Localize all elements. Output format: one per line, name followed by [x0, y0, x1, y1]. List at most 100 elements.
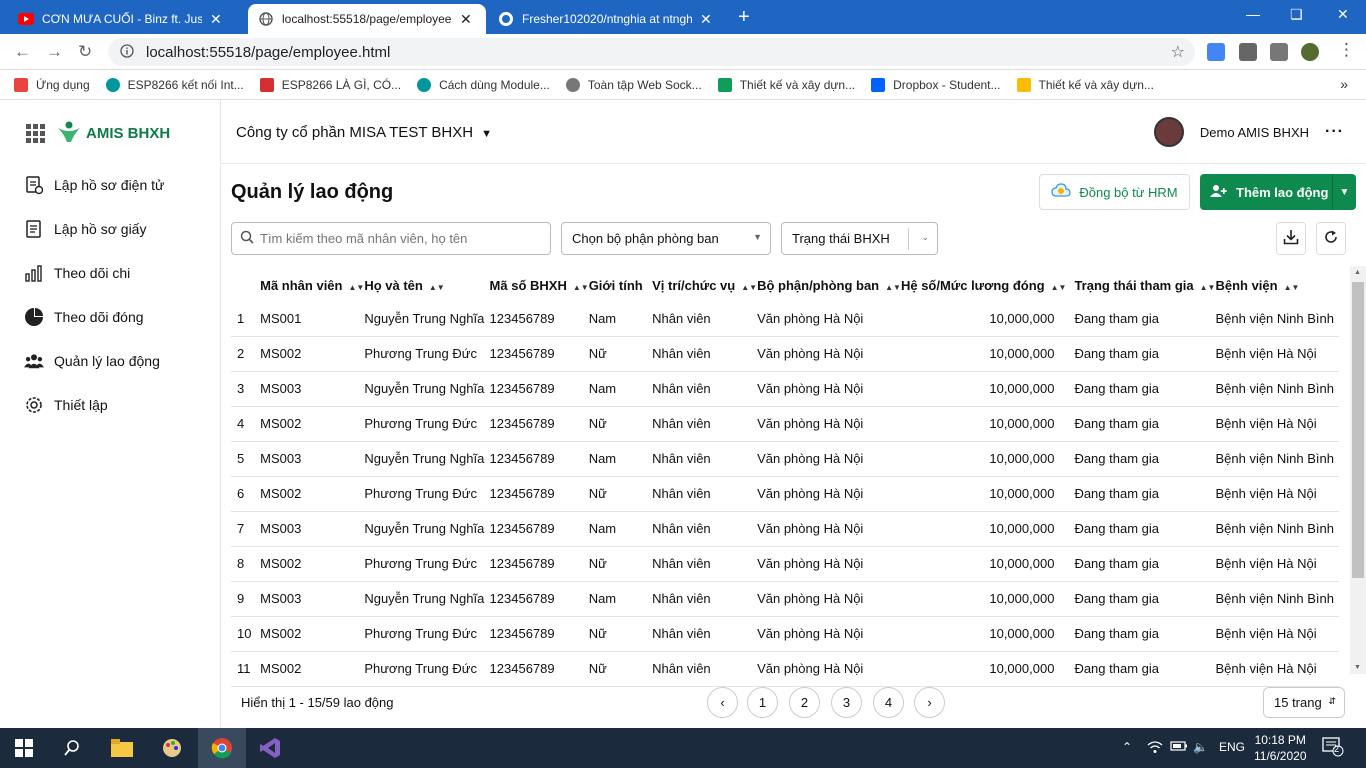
column-header[interactable]: Mã nhân viên ▲▼ — [260, 270, 364, 301]
minimize-icon[interactable]: — — [1246, 6, 1260, 22]
back-arrow-icon[interactable]: ← — [14, 42, 31, 62]
next-page-button[interactable]: › — [914, 687, 945, 718]
restore-icon[interactable]: ❏ — [1290, 6, 1303, 23]
battery-icon[interactable] — [1170, 740, 1188, 755]
export-button[interactable] — [1276, 222, 1306, 255]
sidebar-item-e-document[interactable]: Lập hồ sơ điện tử — [24, 173, 164, 197]
chrome-icon[interactable] — [210, 736, 234, 760]
avatar[interactable] — [1153, 117, 1184, 147]
bookmarks-more-button[interactable]: » — [1340, 76, 1348, 92]
table-scrollbar[interactable]: ▲ ▼ — [1350, 266, 1366, 674]
sidebar-item-spending[interactable]: Theo dõi chi — [24, 261, 130, 285]
sync-hrm-button[interactable]: Đồng bộ từ HRM — [1039, 174, 1190, 210]
translate-extension-icon[interactable] — [1207, 43, 1225, 61]
sort-icon[interactable]: ▲▼ — [1051, 283, 1067, 292]
tray-expand-icon[interactable]: ⌃ — [1122, 740, 1132, 754]
sort-icon[interactable]: ▲▼ — [1200, 283, 1216, 292]
sort-icon[interactable]: ▲▼ — [348, 283, 364, 292]
column-header[interactable]: Bệnh viện ▲▼ — [1215, 270, 1339, 301]
search-icon[interactable] — [60, 736, 84, 760]
close-icon[interactable]: ✕ — [700, 11, 712, 28]
paint-icon[interactable] — [160, 736, 184, 760]
address-bar[interactable]: localhost:55518/page/employee.html ☆ — [108, 38, 1195, 66]
chrome-menu-icon[interactable]: ⋮ — [1338, 40, 1355, 60]
reload-icon[interactable]: ↻ — [78, 42, 92, 62]
browser-tab-employee[interactable]: localhost:55518/page/employee.html ✕ — [248, 4, 486, 34]
info-icon[interactable] — [120, 43, 134, 61]
user-menu[interactable]: Demo AMIS BHXH ··· — [1153, 117, 1344, 147]
sidebar-item-employees[interactable]: Quản lý lao động — [24, 349, 160, 373]
wifi-icon[interactable] — [1147, 740, 1163, 757]
table-row[interactable]: 1 MS001 Nguyễn Trung Nghĩa 123456789 Nam Nhân… — [231, 301, 1339, 337]
windows-start-icon[interactable] — [12, 736, 36, 760]
search-input[interactable] — [260, 231, 540, 246]
notification-icon[interactable]: 2 — [1322, 737, 1344, 760]
extensions-puzzle-icon[interactable] — [1239, 43, 1257, 61]
column-header[interactable]: Hệ số/Mức lương đóng ▲▼ — [901, 270, 1074, 301]
system-clock[interactable]: 10:18 PM 11/6/2020 — [1254, 732, 1307, 764]
sort-icon[interactable]: ▲▼ — [741, 283, 757, 292]
table-row[interactable]: 10 MS002 Phương Trung Đức 123456789 Nữ Nhân v… — [231, 616, 1339, 652]
column-header[interactable]: Trạng thái tham gia ▲▼ — [1074, 270, 1215, 301]
sort-icon[interactable]: ▲▼ — [885, 283, 901, 292]
page-size-select[interactable]: 15 trang ⇵ — [1263, 687, 1345, 718]
browser-tab-github[interactable]: Fresher102020/ntnghia at ntnghia ✕ — [488, 4, 728, 34]
browser-tab-youtube[interactable]: CƠN MƯA CUỐI - Binz ft. Justatee ✕ — [8, 4, 248, 34]
table-row[interactable]: 7 MS003 Nguyễn Trung Nghĩa 123456789 Nam Nhân… — [231, 511, 1339, 547]
sidebar-item-payments[interactable]: Theo dõi đóng — [24, 305, 144, 329]
scroll-up-icon[interactable]: ▲ — [1354, 269, 1361, 276]
table-row[interactable]: 11 MS002 Phương Trung Đức 123456789 Nữ Nhân v… — [231, 651, 1339, 687]
sidebar-item-paper-document[interactable]: Lập hồ sơ giấy — [24, 217, 146, 241]
table-row[interactable]: 8 MS002 Phương Trung Đức 123456789 Nữ Nhân vi… — [231, 546, 1339, 582]
bookmark-item[interactable]: Cách dùng Module... — [417, 77, 550, 92]
forward-arrow-icon[interactable]: → — [46, 42, 63, 62]
company-selector[interactable]: Công ty cổ phần MISA TEST BHXH ▼ — [236, 124, 492, 141]
scroll-down-icon[interactable]: ▼ — [1354, 664, 1361, 671]
bookmark-item[interactable]: Ứng dụng — [14, 77, 90, 92]
media-control-icon[interactable] — [1270, 43, 1288, 61]
prev-page-button[interactable]: ‹ — [707, 687, 738, 718]
column-header[interactable]: Họ và tên ▲▼ — [364, 270, 489, 301]
profile-avatar-icon[interactable] — [1301, 43, 1319, 61]
column-header[interactable]: Vị trí/chức vụ ▲▼ — [652, 270, 757, 301]
add-options-dropdown[interactable]: ▼ — [1332, 174, 1356, 210]
page-button[interactable]: 3 — [831, 687, 862, 718]
new-tab-button[interactable]: + — [738, 6, 750, 29]
scrollbar-thumb[interactable] — [1352, 282, 1364, 578]
bookmark-item[interactable]: Thiết kế và xây dựn... — [1016, 77, 1154, 92]
table-row[interactable]: 9 MS003 Nguyễn Trung Nghĩa 123456789 Nam Nhân… — [231, 581, 1339, 617]
table-row[interactable]: 5 MS003 Nguyễn Trung Nghĩa 123456789 Nam Nhân… — [231, 441, 1339, 477]
table-row[interactable]: 3 MS003 Nguyễn Trung Nghĩa 123456789 Nam Nhân… — [231, 371, 1339, 407]
bookmark-item[interactable]: ESP8266 LÀ GÌ, CÓ... — [259, 77, 401, 92]
department-select[interactable]: Chọn bộ phận phòng ban ▼ — [561, 222, 771, 255]
bookmark-item[interactable]: Thiết kế và xây dựn... — [717, 77, 855, 92]
search-box[interactable] — [231, 222, 551, 255]
page-button[interactable]: 4 — [873, 687, 904, 718]
table-row[interactable]: 2 MS002 Phương Trung Đức 123456789 Nữ Nhân vi… — [231, 336, 1339, 372]
sort-icon[interactable]: ▲▼ — [429, 283, 445, 292]
file-explorer-icon[interactable] — [110, 736, 134, 760]
add-employee-button[interactable]: Thêm lao động ▼ — [1200, 174, 1356, 210]
column-header[interactable]: Bộ phận/phòng ban ▲▼ — [757, 270, 901, 301]
sort-icon[interactable]: ▲▼ — [573, 283, 589, 292]
close-icon[interactable]: ✕ — [460, 11, 472, 28]
more-options-icon[interactable]: ··· — [1325, 123, 1344, 141]
visual-studio-icon[interactable] — [258, 736, 282, 760]
table-row[interactable]: 6 MS002 Phương Trung Đức 123456789 Nữ Nhân vi… — [231, 476, 1339, 512]
app-switcher-icon[interactable] — [26, 123, 46, 144]
language-indicator[interactable]: ENG — [1219, 740, 1245, 754]
sidebar-item-settings[interactable]: Thiết lập — [24, 393, 108, 417]
column-header[interactable]: Giới tính — [589, 270, 652, 301]
bookmark-item[interactable]: Toàn tập Web Sock... — [565, 77, 702, 92]
table-row[interactable]: 4 MS002 Phương Trung Đức 123456789 Nữ Nhân vi… — [231, 406, 1339, 442]
volume-icon[interactable]: 🔈 — [1193, 740, 1208, 754]
bookmark-item[interactable]: Dropbox - Student... — [871, 77, 1001, 92]
close-icon[interactable]: ✕ — [210, 11, 222, 28]
refresh-button[interactable] — [1316, 222, 1346, 255]
window-close-icon[interactable]: ✕ — [1337, 6, 1349, 23]
bookmark-star-icon[interactable]: ☆ — [1171, 42, 1185, 62]
page-button[interactable]: 2 — [789, 687, 820, 718]
sort-icon[interactable]: ▲▼ — [1284, 283, 1300, 292]
bhxh-status-select[interactable]: Trạng thái BHXH ⌄ — [781, 222, 938, 255]
page-button[interactable]: 1 — [747, 687, 778, 718]
